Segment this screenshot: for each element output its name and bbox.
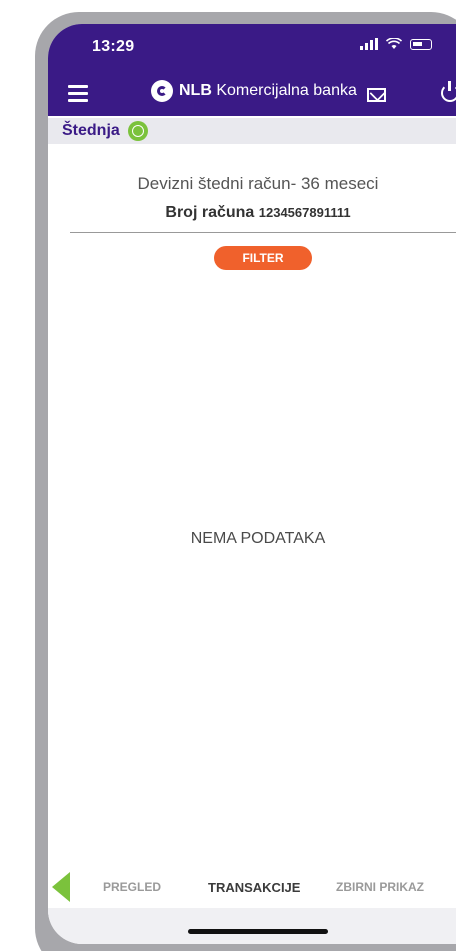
tab-zbirni-prikaz[interactable]: ZBIRNI PRIKAZ [336,880,424,894]
section-header: Štednja [48,118,456,144]
home-indicator [188,929,328,934]
tab-transakcije[interactable]: TRANSAKCIJE [208,880,300,895]
empty-state-message: NEMA PODATAKA [190,530,326,547]
divider [70,232,456,233]
bottom-tabs: PREGLED TRANSAKCIJE ZBIRNI PRIKAZ [48,872,456,902]
menu-icon[interactable] [68,85,88,102]
brand-logo-title: NLB Komercijalna banka [151,80,357,102]
account-name: Devizni štedni račun- 36 meseci [137,174,379,193]
top-bar: 13:29 NLB Komercijalna banka [48,24,456,116]
status-time: 13:29 [92,38,135,55]
nlb-logo-icon [151,80,173,102]
account-number-line: Broj računa 1234567891111 [48,204,456,222]
app-bar: NLB Komercijalna banka [48,74,456,114]
info-icon[interactable] [127,121,148,141]
filter-button[interactable]: FILTER [214,246,312,270]
status-icons [360,38,432,50]
tab-pregled[interactable]: PREGLED [103,880,161,894]
app-screen: 13:29 NLB Komercijalna banka Štednja Dev… [48,24,456,944]
wifi-icon [386,38,402,49]
signal-icon [360,38,378,50]
mail-icon[interactable] [367,88,386,102]
brand-strong: NLB [179,82,212,99]
account-number-label: Broj računa [165,204,255,221]
battery-icon [410,38,432,50]
bottom-bar [48,908,456,944]
brand-rest: Komercijalna banka [216,82,357,99]
section-title: Štednja [62,122,120,139]
brand-name: NLB Komercijalna banka [179,82,357,100]
power-icon[interactable] [441,81,456,102]
previous-arrow-icon[interactable] [52,872,70,902]
account-number: 1234567891111 [258,205,351,220]
